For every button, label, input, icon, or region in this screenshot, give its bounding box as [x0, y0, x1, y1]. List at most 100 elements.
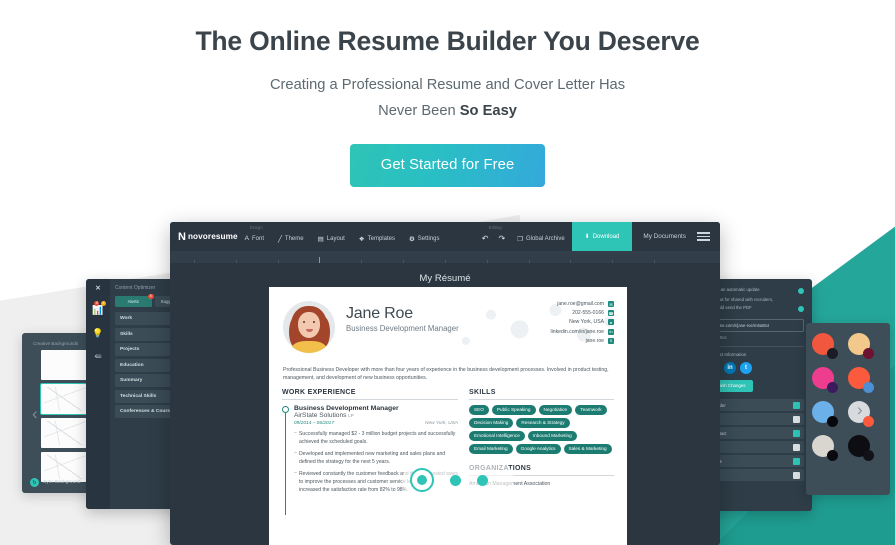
color-swatch[interactable] — [812, 367, 838, 393]
gear-icon: ⚙ — [408, 235, 415, 243]
contact-row-email[interactable]: jane.roe@gmail.com ✉ — [550, 301, 614, 307]
color-swatch[interactable] — [812, 401, 838, 427]
resume-job-title[interactable]: Business Development Manager — [346, 324, 459, 333]
share-row[interactable]: ••••• — [708, 469, 804, 482]
skill-tag[interactable]: Research & Strategy — [516, 417, 570, 428]
editing-group-label: Editing — [488, 225, 502, 230]
section-heading-skills: SKILLS — [469, 389, 614, 400]
suggestion-badge: 4 — [100, 300, 106, 306]
logo-mark: N — [178, 230, 186, 243]
carousel-prev-icon[interactable]: ‹ — [32, 405, 38, 422]
delete-icon[interactable] — [793, 415, 800, 423]
ruler-tick — [444, 260, 487, 263]
share-row[interactable]: Skills — [708, 455, 804, 468]
toggle-on-icon[interactable] — [798, 305, 804, 312]
linkedin-icon[interactable]: in — [724, 361, 736, 374]
resume-document: Jane Roe Business Development Manager ja… — [269, 287, 627, 545]
share-row[interactable]: Contact — [708, 427, 804, 440]
color-swatch[interactable] — [848, 367, 874, 393]
design-group-label: Design — [249, 225, 263, 230]
delete-icon[interactable] — [793, 443, 800, 451]
resume-summary[interactable]: Professional Business Developer with mor… — [269, 364, 627, 389]
experience-meta: 09/2014 – 06/2017 New York, USA — [294, 421, 458, 426]
hero-subtitle-line1: Creating a Professional Resume and Cover… — [269, 76, 626, 93]
layout-icon: ▤ — [317, 235, 324, 243]
resume-contacts: jane.roe@gmail.com ✉ 202-555-0166 ☎ New … — [550, 301, 614, 347]
skill-tag[interactable]: Inbound Marketing — [527, 430, 577, 441]
toggle-icon[interactable] — [793, 457, 800, 465]
experience-bullet: Successfully managed $2 - 3 million budg… — [294, 429, 458, 447]
redo-icon[interactable]: ↷ — [493, 234, 510, 243]
menu-font[interactable]: A Font — [238, 235, 271, 242]
ruler-bar — [170, 252, 720, 263]
skill-tag[interactable]: Google Analytics — [515, 443, 561, 454]
contact-row-skype[interactable]: jane.roe S — [550, 337, 614, 344]
section-heading-work: WORK EXPERIENCE — [282, 389, 458, 400]
skill-tag[interactable]: Public Speaking — [491, 404, 536, 415]
resume-name[interactable]: Jane Roe — [346, 305, 459, 323]
experience-role: Business Development Manager — [294, 404, 399, 412]
cursor-trail-dot — [477, 474, 488, 486]
color-theme-panel[interactable] — [806, 323, 890, 495]
toolbar-right-group: Editing ↶ ↷ ❐ Global Archive ⬇ Download … — [477, 222, 720, 251]
hero-subtitle: Creating a Professional Resume and Cover… — [0, 72, 895, 124]
hero-subtitle-emphasis: So Easy — [459, 102, 517, 119]
undo-icon[interactable]: ↶ — [477, 234, 494, 243]
share-row[interactable]: ••••• — [708, 413, 804, 426]
copy-text-link[interactable]: Copy Text — [708, 335, 804, 340]
cursor-trail-dot — [450, 474, 461, 486]
ruler-tick — [654, 260, 696, 263]
contact-row-linkedin[interactable]: linkedin.com/in/jane.roe in — [550, 328, 614, 335]
menu-theme[interactable]: ╱ Theme — [271, 235, 311, 243]
hamburger-icon[interactable] — [697, 232, 720, 241]
bar-chart-icon[interactable]: 6 4 📊 — [92, 301, 106, 315]
menu-global-archive[interactable]: ❐ Global Archive — [510, 235, 572, 243]
location-icon: ● — [608, 319, 614, 326]
close-icon[interactable]: ✕ — [95, 284, 100, 292]
divider — [708, 345, 804, 347]
skill-tag[interactable]: Negotiation — [538, 404, 573, 415]
download-button[interactable]: ⬇ Download — [571, 222, 633, 251]
linkedin-icon: in — [608, 328, 614, 335]
delete-icon[interactable] — [793, 471, 800, 479]
share-icon[interactable]: ⇚ — [94, 352, 102, 361]
lightbulb-icon[interactable]: 💡 — [92, 329, 103, 338]
twitter-icon[interactable]: t — [740, 361, 752, 374]
skill-tag[interactable]: Emotional Intelligence — [469, 430, 525, 441]
carousel-next-icon[interactable]: › — [857, 401, 863, 418]
tab-alerts[interactable]: Alerts 6 — [115, 293, 154, 307]
skill-tag[interactable]: Decision Making — [469, 417, 514, 428]
cursor-ring-icon — [410, 468, 434, 492]
phone-icon: ☎ — [608, 310, 614, 317]
color-swatch[interactable] — [848, 435, 874, 461]
novoresume-logo[interactable]: N novoresume — [178, 231, 238, 243]
skill-tag[interactable]: Email Marketing — [469, 443, 513, 454]
skill-tag[interactable]: SEO — [469, 404, 489, 415]
templates-icon: ❖ — [358, 235, 365, 243]
color-swatch-grid — [812, 333, 884, 461]
color-swatch[interactable] — [812, 333, 838, 359]
get-started-button[interactable]: Get Started for Free — [349, 144, 546, 188]
contact-row-phone[interactable]: 202-555-0166 ☎ — [550, 310, 614, 317]
share-row[interactable]: ••••• — [708, 441, 804, 454]
sync-background-button[interactable]: ↻ Sync Background — [30, 478, 81, 487]
skill-tag[interactable]: Teamwork — [575, 404, 607, 415]
menu-templates[interactable]: ❖ Templates — [352, 235, 402, 243]
toggle-icon[interactable] — [793, 429, 800, 437]
skill-tag[interactable]: Sales & Marketing — [563, 443, 612, 454]
my-documents-link[interactable]: My Documents — [632, 233, 697, 240]
color-swatch[interactable] — [848, 333, 874, 359]
toggle-icon[interactable] — [793, 401, 800, 409]
avatar — [283, 301, 335, 353]
toggle-on-icon[interactable] — [798, 287, 804, 294]
share-row[interactable]: Header — [708, 399, 804, 412]
experience-dates: 09/2014 – 06/2017 — [294, 420, 335, 426]
share-link-input[interactable]: ...ume.com/r/jane-roe/m6a554 — [708, 318, 804, 332]
editing-menu-group: Editing ↶ ↷ ❐ Global Archive — [477, 222, 572, 251]
color-swatch[interactable] — [812, 435, 838, 461]
ruler-tick — [528, 260, 571, 263]
menu-layout[interactable]: ▤ Layout — [311, 235, 352, 243]
contact-row-location[interactable]: New York, USA ● — [550, 319, 614, 326]
menu-settings[interactable]: ⚙ Settings — [402, 235, 447, 243]
ruler-tick — [235, 260, 278, 263]
